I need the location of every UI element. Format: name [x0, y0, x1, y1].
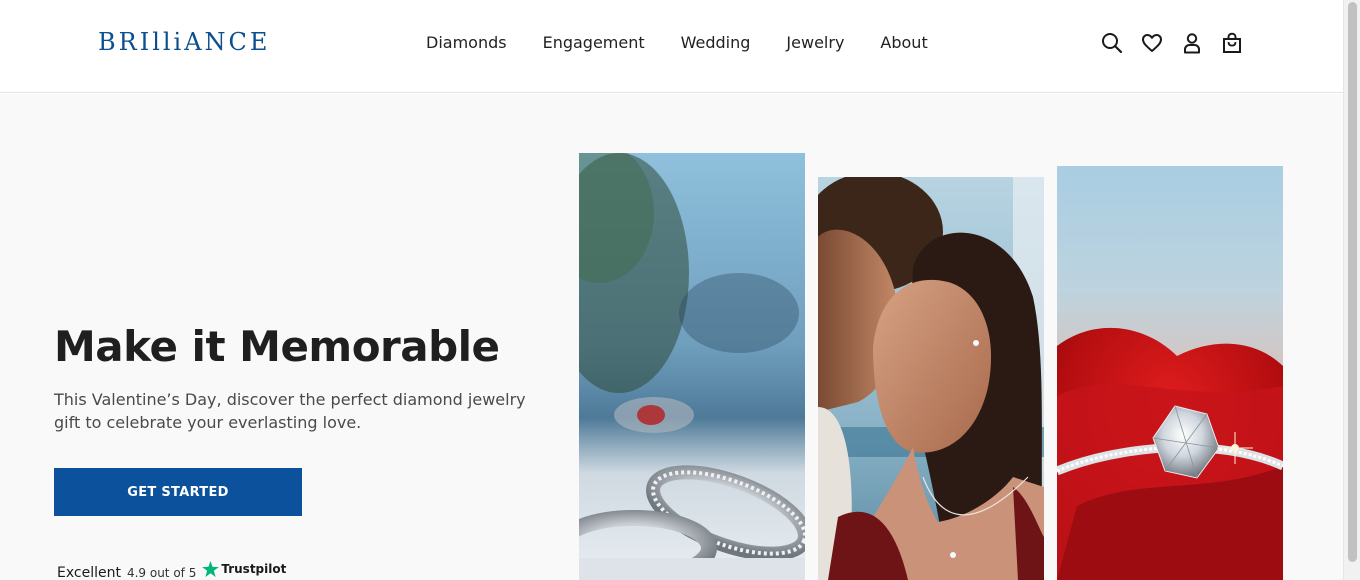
trustpilot-rating[interactable]: Excellent 4.9 out of 5 Trustpilot [57, 561, 286, 580]
site-header: BRIlliANCE Diamonds Engagement Wedding J… [0, 0, 1343, 93]
scrollbar-thumb[interactable] [1348, 2, 1357, 562]
page: BRIlliANCE Diamonds Engagement Wedding J… [0, 0, 1343, 580]
nav-item-diamonds[interactable]: Diamonds [426, 33, 507, 52]
page-scrollbar[interactable] [1343, 0, 1360, 580]
hero-subtitle: This Valentine’s Day, discover the perfe… [54, 390, 526, 432]
hero-section: Make it Memorable This Valentine’s Day, … [0, 94, 1343, 580]
hero-title: Make it Memorable [54, 322, 500, 371]
nav-item-about[interactable]: About [880, 33, 927, 52]
shopping-bag-icon[interactable] [1220, 30, 1244, 56]
heart-icon[interactable] [1140, 30, 1164, 56]
trustpilot-logo: Trustpilot [202, 561, 286, 577]
trustpilot-star-icon [202, 561, 220, 577]
rating-word: Excellent [57, 565, 121, 580]
nav-item-jewelry[interactable]: Jewelry [786, 33, 844, 52]
search-icon[interactable] [1100, 30, 1124, 56]
main-nav: Diamonds Engagement Wedding Jewelry Abou… [426, 33, 928, 52]
diamond-ring-on-rose-photo [1057, 166, 1283, 580]
nav-item-engagement[interactable]: Engagement [543, 33, 645, 52]
get-started-button[interactable]: GET STARTED [54, 468, 302, 516]
couple-kissing-photo [818, 177, 1044, 580]
trustpilot-label: Trustpilot [221, 562, 287, 576]
header-icons [1100, 30, 1244, 56]
account-icon[interactable] [1180, 30, 1204, 56]
wedding-bands-photo [579, 153, 805, 580]
nav-item-wedding[interactable]: Wedding [681, 33, 751, 52]
rating-score: 4.9 out of 5 [126, 566, 197, 580]
brand-logo[interactable]: BRIlliANCE [98, 28, 270, 56]
